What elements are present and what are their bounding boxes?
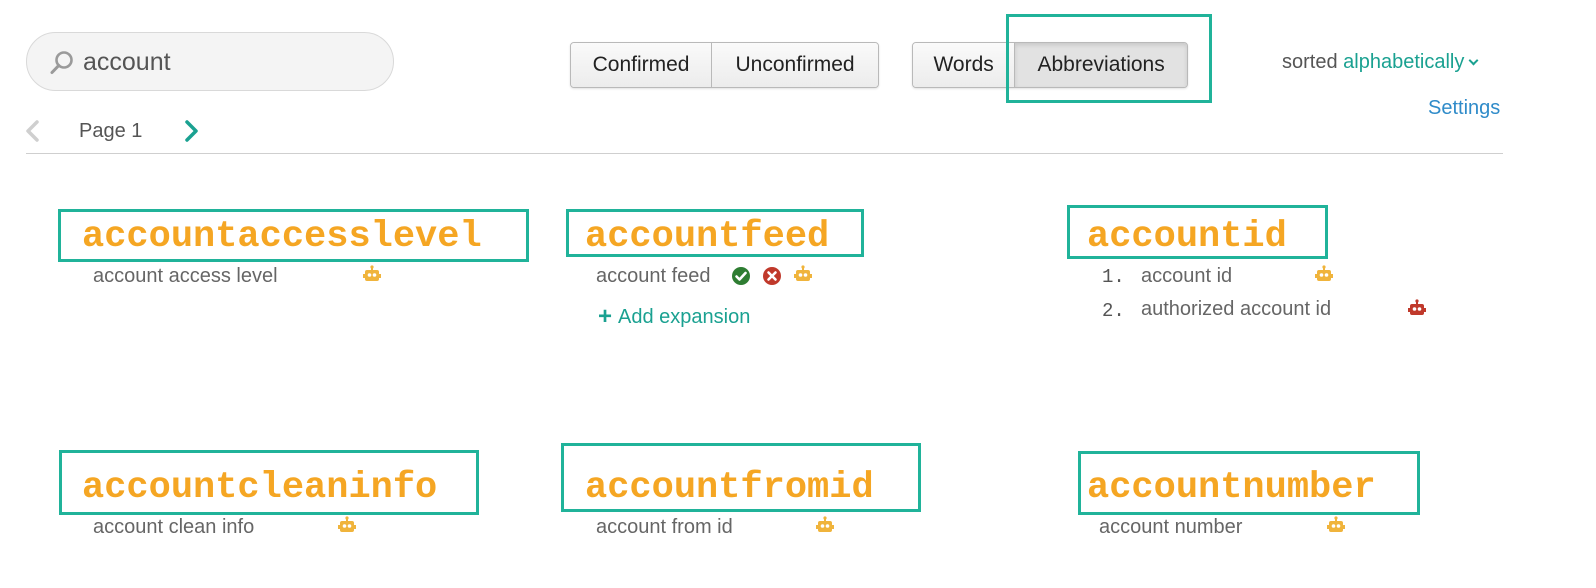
expansion-text: account number (1099, 516, 1243, 538)
expansion-number: 2. (1102, 300, 1125, 322)
sort-prefix: sorted (1282, 51, 1338, 73)
chevron-right-icon[interactable] (180, 118, 202, 144)
unconfirmed-button[interactable]: Unconfirmed (712, 43, 878, 87)
add-expansion-label: Add expansion (618, 306, 751, 328)
confirmed-button[interactable]: Confirmed (571, 43, 713, 87)
sort-value: alphabetically (1343, 51, 1465, 73)
robot-icon (816, 516, 834, 532)
expansion-text: account feed (596, 265, 711, 287)
expansion-text: authorized account id (1141, 298, 1332, 320)
expansion-text: account id (1141, 265, 1233, 287)
robot-icon (338, 516, 356, 532)
search-input[interactable]: account (26, 32, 394, 91)
chevron-down-icon (1468, 55, 1479, 66)
abbreviation-title: accountaccesslevel (82, 216, 482, 258)
sort-dropdown[interactable]: alphabetically (1343, 51, 1479, 73)
abbreviation-title: accountid (1087, 216, 1287, 258)
confirm-icon[interactable] (731, 266, 751, 286)
expansion-number: 1. (1102, 266, 1125, 288)
robot-icon (1408, 299, 1426, 315)
settings-link[interactable]: Settings (1428, 97, 1500, 120)
page-label: Page 1 (79, 120, 143, 142)
expansion-text: account clean info (93, 516, 255, 538)
plus-icon: + (598, 303, 613, 330)
search-icon (50, 51, 73, 74)
abbreviations-highlight (1006, 14, 1212, 103)
reject-icon[interactable] (762, 266, 782, 286)
search-value[interactable]: account (83, 48, 171, 77)
add-expansion-button[interactable]: + Add expansion (598, 302, 750, 330)
expansion-text: account access level (93, 265, 278, 287)
robot-icon (794, 265, 812, 281)
abbreviation-title: accountfromid (585, 467, 874, 509)
robot-icon (1327, 516, 1345, 532)
abbreviation-title: accountnumber (1087, 467, 1376, 509)
chevron-left-icon[interactable] (22, 118, 44, 144)
expansion-text: account from id (596, 516, 733, 538)
sort-control: sorted alphabetically (1282, 51, 1479, 74)
words-button[interactable]: Words (913, 43, 1016, 87)
robot-icon (363, 265, 381, 281)
divider (26, 153, 1503, 154)
abbreviation-title: accountfeed (585, 216, 830, 258)
abbreviation-title: accountcleaninfo (82, 467, 438, 509)
robot-icon (1315, 265, 1333, 281)
status-filter-group: Confirmed Unconfirmed (570, 42, 879, 88)
